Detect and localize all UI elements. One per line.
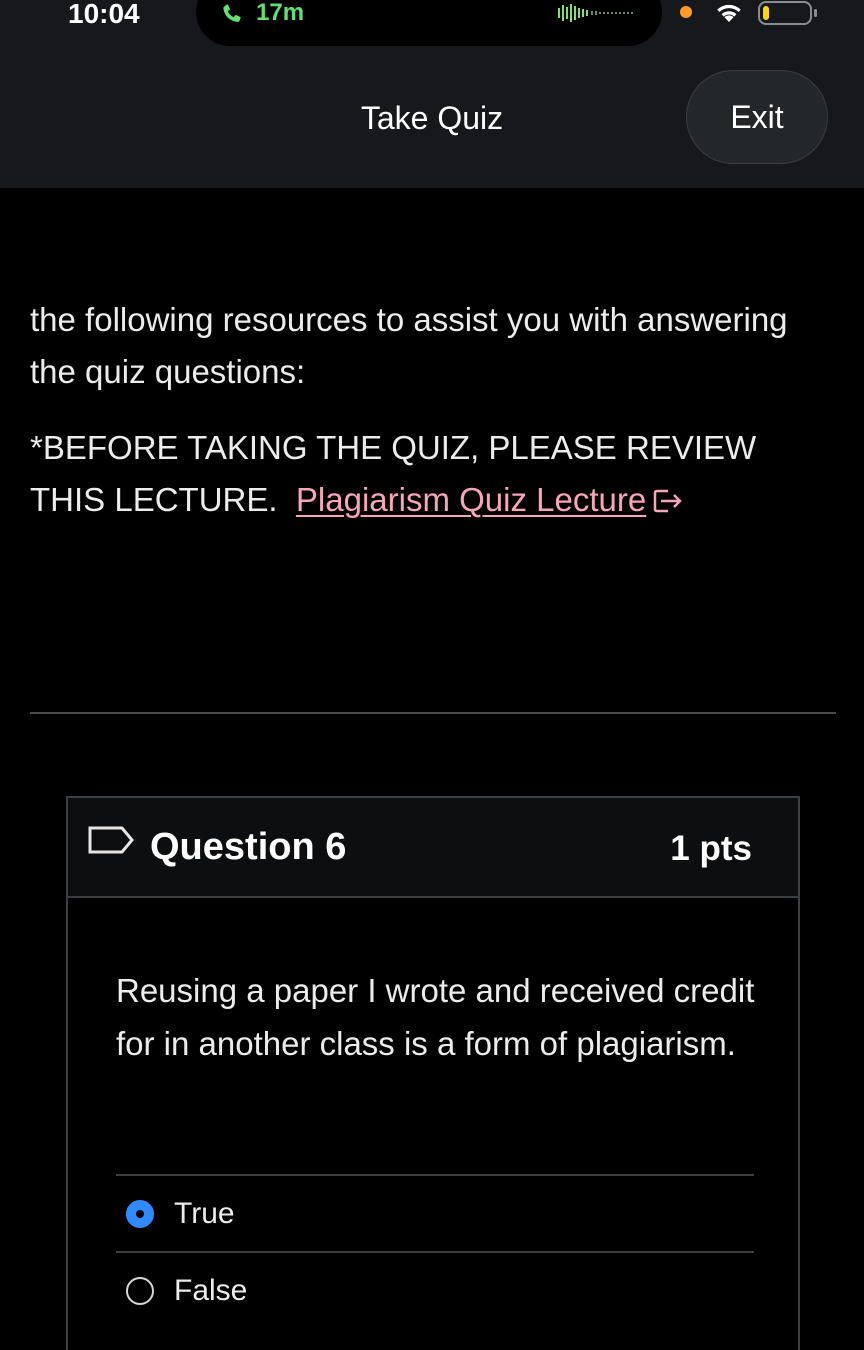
waveform-icon <box>558 4 633 22</box>
question-title: Question 6 <box>150 826 347 868</box>
recording-dot <box>680 6 692 18</box>
answer-divider <box>116 1251 754 1253</box>
question-text: Reusing a paper I wrote and received cre… <box>116 972 755 1062</box>
status-bar: 10:04 17m <box>0 0 864 48</box>
call-duration: 17m <box>256 0 305 26</box>
quiz-instructions: the following resources to assist you wi… <box>30 301 788 390</box>
question-points: 1 pts <box>670 829 752 868</box>
external-link-icon[interactable] <box>652 487 686 515</box>
answer-label-false: False <box>174 1274 248 1307</box>
call-icon <box>223 4 241 22</box>
quiz-header: Take Quiz Exit <box>0 48 864 188</box>
radio-false[interactable] <box>126 1277 154 1305</box>
lecture-link[interactable]: Plagiarism Quiz Lecture <box>296 481 646 518</box>
exit-button[interactable]: Exit <box>686 70 828 164</box>
section-divider <box>30 712 836 714</box>
battery-icon <box>758 1 817 25</box>
radio-true-selected[interactable] <box>126 1200 154 1228</box>
answer-option-false[interactable]: False <box>116 1255 754 1329</box>
flag-question-icon[interactable] <box>86 822 136 862</box>
answer-label-true: True <box>174 1197 235 1230</box>
wifi-icon <box>717 4 741 22</box>
status-time: 10:04 <box>68 0 140 29</box>
question-card: Question 6 1 pts Reusing a paper I wrote… <box>66 796 800 1350</box>
app-screen: 10:04 17m Take Quiz Exit the following r… <box>0 0 864 1350</box>
answer-option-true[interactable]: True <box>116 1178 754 1252</box>
question-header: Question 6 1 pts <box>68 798 798 898</box>
answer-divider <box>116 1174 754 1176</box>
review-note: *BEFORE TAKING THE QUIZ, PLEASE REVIEW T… <box>30 422 830 526</box>
